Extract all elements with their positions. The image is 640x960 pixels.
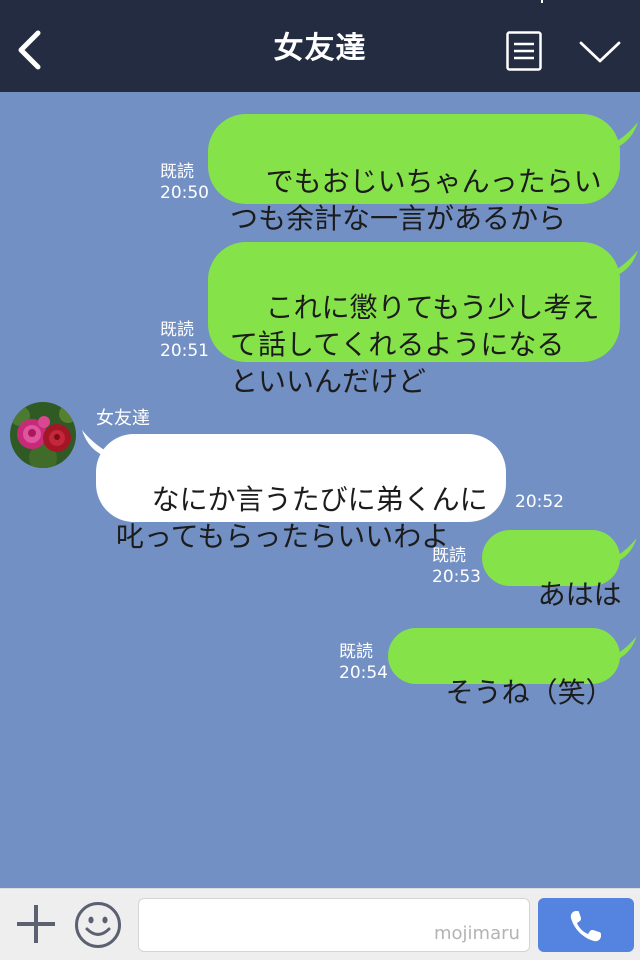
message-meta: 既読 20:50 xyxy=(160,162,209,204)
read-status: 既読 xyxy=(339,642,373,662)
bubble-tail xyxy=(604,122,638,148)
message-meta: 既読 20:51 xyxy=(160,320,209,362)
smiley-icon xyxy=(75,902,121,948)
message-bubble-outgoing[interactable]: これに懲りてもう少し考え て話してくれるようになる といいんだけど xyxy=(208,242,620,398)
message-time: 20:51 xyxy=(160,341,209,361)
message-bubble-outgoing[interactable]: でもおじいちゃんったらい つも余計な一言があるから xyxy=(208,114,620,235)
message-text: でもおじいちゃんったらい つも余計な一言があるから xyxy=(230,165,602,235)
message-time: 20:54 xyxy=(339,663,388,683)
message-bubble-outgoing[interactable]: そうね（笑） xyxy=(388,628,620,709)
phone-icon xyxy=(570,911,601,942)
plus-icon xyxy=(17,905,55,943)
add-button[interactable] xyxy=(14,902,58,946)
message-time: 20:53 xyxy=(432,567,481,587)
emoji-button[interactable] xyxy=(74,901,122,949)
sender-name: 女友達 xyxy=(96,408,150,429)
call-button[interactable] xyxy=(538,898,634,952)
message-time: 20:52 xyxy=(515,492,564,512)
watermark: mojimaru xyxy=(434,923,520,944)
read-status: 既読 xyxy=(432,546,466,566)
read-status: 既読 xyxy=(160,162,194,182)
message-text: これに懲りてもう少し考え て話してくれるようになる といいんだけど xyxy=(230,291,600,398)
input-bar: mojimaru xyxy=(0,888,640,960)
bubble-tail xyxy=(604,250,638,276)
contact-avatar[interactable] xyxy=(10,402,76,468)
read-status: 既読 xyxy=(160,320,194,340)
bubble-tail xyxy=(605,538,637,562)
list-icon xyxy=(506,31,542,71)
chat-title: 女友達 xyxy=(273,31,367,66)
message-bubble-outgoing[interactable]: あはは xyxy=(482,530,622,611)
message-meta: 既読 20:53 xyxy=(432,546,481,588)
chevron-down-icon xyxy=(579,41,621,63)
more-button[interactable] xyxy=(578,38,622,66)
message-bubble-incoming[interactable]: なにか言うたびに弟くんに 叱ってもらったらいいわよ xyxy=(96,434,506,553)
message-meta: 既読 20:54 xyxy=(339,642,388,684)
rose-image xyxy=(10,402,76,468)
message-text: なにか言うたびに弟くんに 叱ってもらったらいいわよ xyxy=(116,483,488,553)
chat-header: 女友達 xyxy=(0,0,640,92)
chat-area[interactable]: 既読 20:50 でもおじいちゃんったらい つも余計な一言があるから 既読 20… xyxy=(0,92,640,888)
message-text: そうね（笑） xyxy=(445,676,614,709)
menu-button[interactable] xyxy=(506,31,542,71)
message-text: あはは xyxy=(537,578,622,611)
message-time: 20:50 xyxy=(160,183,209,203)
bubble-tail xyxy=(605,636,637,660)
